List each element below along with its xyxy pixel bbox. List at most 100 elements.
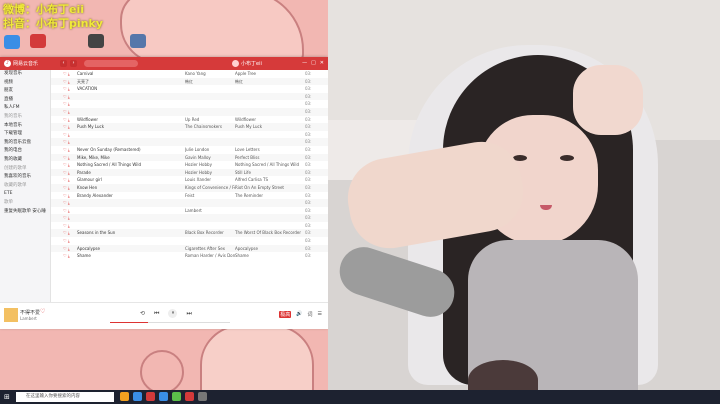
song-like-icon[interactable]: ♡ ⤓ bbox=[63, 245, 77, 253]
song-row[interactable]: ♡ ⤓ Seasons in the Sun Black Box Recorder T… bbox=[51, 229, 328, 238]
song-title[interactable]: 天亮了 bbox=[77, 78, 185, 86]
song-row[interactable]: ♡ ⤓ 03: bbox=[51, 100, 328, 108]
sidebar-item[interactable]: 私人FM bbox=[0, 104, 50, 113]
song-like-icon[interactable]: ♡ ⤓ bbox=[63, 161, 77, 169]
sidebar-item[interactable]: 我的电台 bbox=[0, 147, 50, 156]
song-row[interactable]: ♡ ⤓ Never On Sunday (Remastered) Julie Lon… bbox=[51, 146, 328, 154]
song-title[interactable]: Mike, Mike, Mike bbox=[77, 154, 185, 162]
sidebar-item[interactable]: 我的收藏 bbox=[0, 156, 50, 165]
sidebar-item[interactable]: ETE bbox=[0, 190, 50, 199]
back-button[interactable]: ‹ bbox=[60, 60, 67, 67]
song-like-icon[interactable]: ♡ ⤓ bbox=[63, 78, 77, 86]
song-title[interactable]: Know Hen bbox=[77, 184, 185, 192]
forward-button[interactable]: › bbox=[70, 60, 77, 67]
song-like-icon[interactable]: ♡ ⤓ bbox=[63, 146, 77, 154]
song-row[interactable]: ♡ ⤓ShameRoman Harder / Avis DornerShame0… bbox=[51, 252, 328, 260]
sidebar-item[interactable]: 下载管理 bbox=[0, 130, 50, 139]
song-like-icon[interactable]: ♡ ⤓ bbox=[63, 116, 77, 124]
song-like-icon[interactable]: ♡ ⤓ bbox=[63, 169, 77, 177]
song-title[interactable]: Brandy Alexander bbox=[77, 192, 185, 200]
song-like-icon[interactable]: ♡ ⤓ bbox=[63, 192, 77, 200]
next-icon[interactable]: ⏭ bbox=[186, 310, 191, 318]
song-title[interactable] bbox=[77, 93, 185, 101]
song-like-icon[interactable]: ♡ ⤓ bbox=[63, 123, 77, 131]
sidebar-item[interactable]: 视频 bbox=[0, 79, 50, 88]
sidebar-item[interactable]: 我的音乐云盘 bbox=[0, 139, 50, 148]
song-title[interactable]: Wildflower bbox=[77, 116, 185, 124]
song-title[interactable] bbox=[77, 199, 185, 207]
taskbar-app-icon[interactable] bbox=[185, 392, 194, 401]
user-name[interactable]: 小布丁eii bbox=[241, 60, 262, 67]
song-title[interactable]: VACATION bbox=[77, 85, 185, 93]
song-row[interactable]: ♡ ⤓ Push My Luck The Chainsmokers Push My L… bbox=[51, 123, 328, 131]
song-title[interactable]: Glamour girl bbox=[77, 176, 185, 184]
song-row[interactable]: ♡ ⤓ 03: bbox=[51, 237, 328, 245]
song-like-icon[interactable]: ♡ ⤓ bbox=[63, 138, 77, 146]
song-like-icon[interactable]: ♡ ⤓ bbox=[63, 176, 77, 184]
song-like-icon[interactable]: ♡ ⤓ bbox=[63, 100, 77, 108]
song-row[interactable]: ♡ ⤓ 03: bbox=[51, 107, 328, 116]
song-title[interactable]: Never On Sunday (Remastered) bbox=[77, 146, 185, 154]
taskbar-app-icon[interactable] bbox=[159, 392, 168, 401]
song-like-icon[interactable]: ♡ ⤓ bbox=[63, 199, 77, 207]
taskbar-search-input[interactable]: 在这里输入你要搜索的内容 bbox=[16, 392, 114, 402]
sidebar-item[interactable]: 直播 bbox=[0, 96, 50, 105]
song-row[interactable]: ♡ ⤓ 03: bbox=[51, 199, 328, 207]
desktop-icon[interactable] bbox=[88, 34, 104, 48]
song-title[interactable]: Apocalypse bbox=[77, 245, 185, 253]
song-row[interactable]: ♡ ⤓ VACATION 03: bbox=[51, 85, 328, 93]
sidebar-item[interactable]: 重复失眠歌单 安心睡 bbox=[0, 208, 50, 217]
taskbar-app-icon[interactable] bbox=[120, 392, 129, 401]
desktop-icon[interactable] bbox=[4, 35, 20, 49]
song-title[interactable]: Push My Luck bbox=[77, 123, 185, 131]
song-title[interactable] bbox=[77, 222, 185, 230]
close-button[interactable]: ✕ bbox=[320, 60, 324, 66]
song-like-icon[interactable]: ♡ ⤓ bbox=[63, 108, 77, 116]
taskbar-app-icon[interactable] bbox=[146, 392, 155, 401]
song-row[interactable]: ♡ ⤓ Brandy Alexander Feist The Reminder 03: bbox=[51, 192, 328, 200]
quality-badge[interactable]: 极高 bbox=[279, 311, 292, 318]
song-like-icon[interactable]: ♡ ⤓ bbox=[63, 214, 77, 222]
song-row[interactable]: ♡ ⤓ Glamour girl Louis Xander Alfred Carlis… bbox=[51, 176, 328, 184]
minimize-button[interactable]: — bbox=[302, 60, 307, 66]
song-title[interactable] bbox=[77, 108, 185, 116]
progress-bar[interactable] bbox=[110, 322, 230, 323]
song-like-icon[interactable]: ♡ ⤓ bbox=[63, 222, 77, 230]
taskbar-app-icon[interactable] bbox=[133, 392, 142, 401]
desktop-icon[interactable] bbox=[30, 34, 46, 48]
song-row[interactable]: ♡ ⤓ Parade Hozier Hobby Still Life 03: bbox=[51, 168, 328, 177]
song-like-icon[interactable]: ♡ ⤓ bbox=[63, 131, 77, 139]
play-mode-icon[interactable]: ⟲ bbox=[140, 310, 145, 317]
song-row[interactable]: ♡ ⤓ Lambert 03: bbox=[51, 207, 328, 215]
song-like-icon[interactable]: ♡ ⤓ bbox=[63, 184, 77, 192]
playlist-icon[interactable]: ☰ bbox=[318, 311, 322, 318]
now-playing-title[interactable]: 不得不爱 bbox=[20, 309, 40, 316]
song-row[interactable]: ♡ ⤓ 03: bbox=[51, 138, 328, 146]
album-cover[interactable] bbox=[4, 308, 18, 322]
song-row[interactable]: ♡ ⤓ 天亮了 韩红 韩红 03: bbox=[51, 77, 328, 86]
windows-start-icon[interactable]: ⊞ bbox=[4, 393, 12, 401]
song-like-icon[interactable]: ♡ ⤓ bbox=[63, 252, 77, 260]
song-title[interactable] bbox=[77, 214, 185, 222]
song-row[interactable]: ♡ ⤓ 03: bbox=[51, 214, 328, 222]
song-row[interactable]: ♡ ⤓Know HenKings of Convenience / FeistR… bbox=[51, 183, 328, 192]
now-playing-artist[interactable]: Lambert bbox=[20, 316, 37, 321]
song-like-icon[interactable]: ♡ ⤓ bbox=[63, 154, 77, 162]
song-row[interactable]: ♡ ⤓ 03: bbox=[51, 222, 328, 230]
song-title[interactable] bbox=[77, 207, 185, 215]
song-like-icon[interactable]: ♡ ⤓ bbox=[63, 85, 77, 93]
sidebar-item[interactable]: 本地音乐 bbox=[0, 122, 50, 131]
song-like-icon[interactable]: ♡ ⤓ bbox=[63, 229, 77, 237]
like-icon[interactable]: ♡ bbox=[40, 308, 45, 315]
song-title[interactable]: Carnival bbox=[77, 70, 185, 78]
song-row[interactable]: ♡ ⤓ Nothing Sacred / All Things Wild Hozie… bbox=[51, 161, 328, 169]
search-input[interactable] bbox=[84, 60, 138, 67]
song-title[interactable] bbox=[77, 138, 185, 146]
song-like-icon[interactable]: ♡ ⤓ bbox=[63, 93, 77, 101]
song-title[interactable] bbox=[77, 237, 185, 245]
song-like-icon[interactable]: ♡ ⤓ bbox=[63, 207, 77, 215]
song-row[interactable]: ♡ ⤓ 03: bbox=[51, 131, 328, 139]
song-title[interactable]: Shame bbox=[77, 252, 185, 260]
previous-icon[interactable]: ⏮ bbox=[154, 310, 159, 318]
song-like-icon[interactable]: ♡ ⤓ bbox=[63, 70, 77, 78]
